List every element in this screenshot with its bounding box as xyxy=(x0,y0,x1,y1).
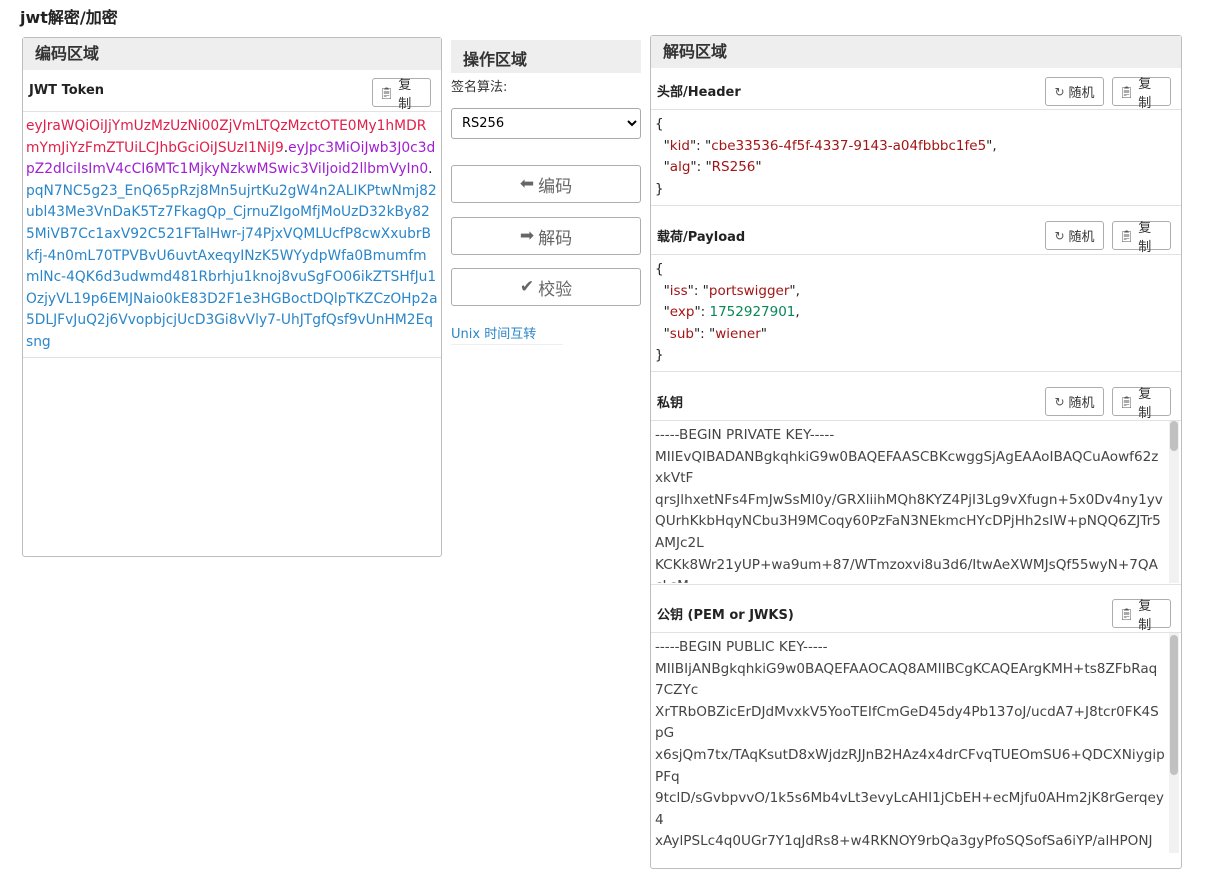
verify-button[interactable]: ✔︎ 校验 xyxy=(451,268,641,306)
private-key-textarea[interactable]: -----BEGIN PRIVATE KEY----- MIIEvQIBADAN… xyxy=(655,425,1165,583)
refresh-icon: ↻ xyxy=(1054,228,1065,243)
copy-header-label: 复制 xyxy=(1138,76,1152,111)
copy-payload-label: 复制 xyxy=(1138,220,1152,255)
encode-panel-title: 编码区域 xyxy=(23,38,441,70)
header-json[interactable]: { "kid": "cbe33536-4f5f-4337-9143-a04fbb… xyxy=(655,114,997,200)
encode-button[interactable]: ⬅︎ 编码 xyxy=(451,165,641,203)
clipboard-icon: 📋︎ xyxy=(1119,84,1135,99)
refresh-icon: ↻ xyxy=(1054,84,1065,99)
copy-private-key-label: 复制 xyxy=(1138,386,1152,421)
unix-time-link[interactable]: Unix 时间互转 xyxy=(451,323,563,345)
random-private-key-button[interactable]: ↻ 随机 xyxy=(1045,387,1104,416)
public-key-scrollbar[interactable] xyxy=(1169,633,1179,853)
verify-button-label: 校验 xyxy=(538,279,573,300)
clipboard-icon: 📋︎ xyxy=(1119,228,1135,243)
algorithm-select[interactable]: RS256 xyxy=(451,108,641,139)
clipboard-icon: 📋︎ xyxy=(1119,394,1135,409)
random-payload-button[interactable]: ↻ 随机 xyxy=(1045,221,1104,250)
random-private-key-label: 随机 xyxy=(1068,396,1095,411)
decode-button[interactable]: ➡︎ 解码 xyxy=(451,217,641,255)
decode-panel-title: 解码区域 xyxy=(651,36,1181,68)
random-header-button[interactable]: ↻ 随机 xyxy=(1045,77,1104,106)
copy-public-key-button[interactable]: 📋︎ 复制 xyxy=(1112,599,1171,633)
token-signature-part: pqN7NC5g23_EnQ65pRzj8Mn5ujrtKu2gW4n2ALIK… xyxy=(26,182,438,350)
jwt-token-textarea[interactable]: eyJraWQiOiJjYmUzMzUzNi00ZjVmLTQzMzctOTE0… xyxy=(26,116,438,354)
check-icon: ✔︎ xyxy=(519,277,535,297)
copy-token-button-label: 复制 xyxy=(398,77,412,112)
clipboard-icon: 📋︎ xyxy=(379,85,395,100)
random-payload-label: 随机 xyxy=(1068,230,1095,245)
copy-header-button[interactable]: 📋︎ 复制 xyxy=(1112,77,1171,111)
jwt-token-label: JWT Token xyxy=(29,83,105,98)
page-title: jwt解密/加密 xyxy=(20,8,118,27)
ops-panel-title: 操作区域 xyxy=(451,40,641,73)
copy-payload-button[interactable]: 📋︎ 复制 xyxy=(1112,221,1171,255)
private-key-label: 私钥 xyxy=(657,396,684,411)
public-key-label: 公钥 (PEM or JWKS) xyxy=(657,608,794,623)
arrow-left-icon: ⬅︎ xyxy=(519,174,535,194)
copy-token-button[interactable]: 📋︎ 复制 xyxy=(372,78,431,112)
arrow-right-icon: ➡︎ xyxy=(519,226,535,246)
header-label: 头部/Header xyxy=(657,85,741,100)
refresh-icon: ↻ xyxy=(1054,394,1065,409)
random-header-label: 随机 xyxy=(1068,86,1095,101)
copy-public-key-label: 复制 xyxy=(1138,598,1152,633)
copy-private-key-button[interactable]: 📋︎ 复制 xyxy=(1112,387,1171,421)
payload-json[interactable]: { "iss": "portswigger", "exp": 175292790… xyxy=(655,259,800,367)
private-key-scrollbar[interactable] xyxy=(1169,421,1179,583)
clipboard-icon: 📋︎ xyxy=(1119,606,1135,621)
algo-label: 签名算法: xyxy=(451,80,508,95)
encode-button-label: 编码 xyxy=(538,176,573,197)
payload-label: 载荷/Payload xyxy=(657,230,746,245)
public-key-textarea[interactable]: -----BEGIN PUBLIC KEY----- MIIBIjANBgkqh… xyxy=(655,637,1165,851)
decode-button-label: 解码 xyxy=(538,228,573,249)
